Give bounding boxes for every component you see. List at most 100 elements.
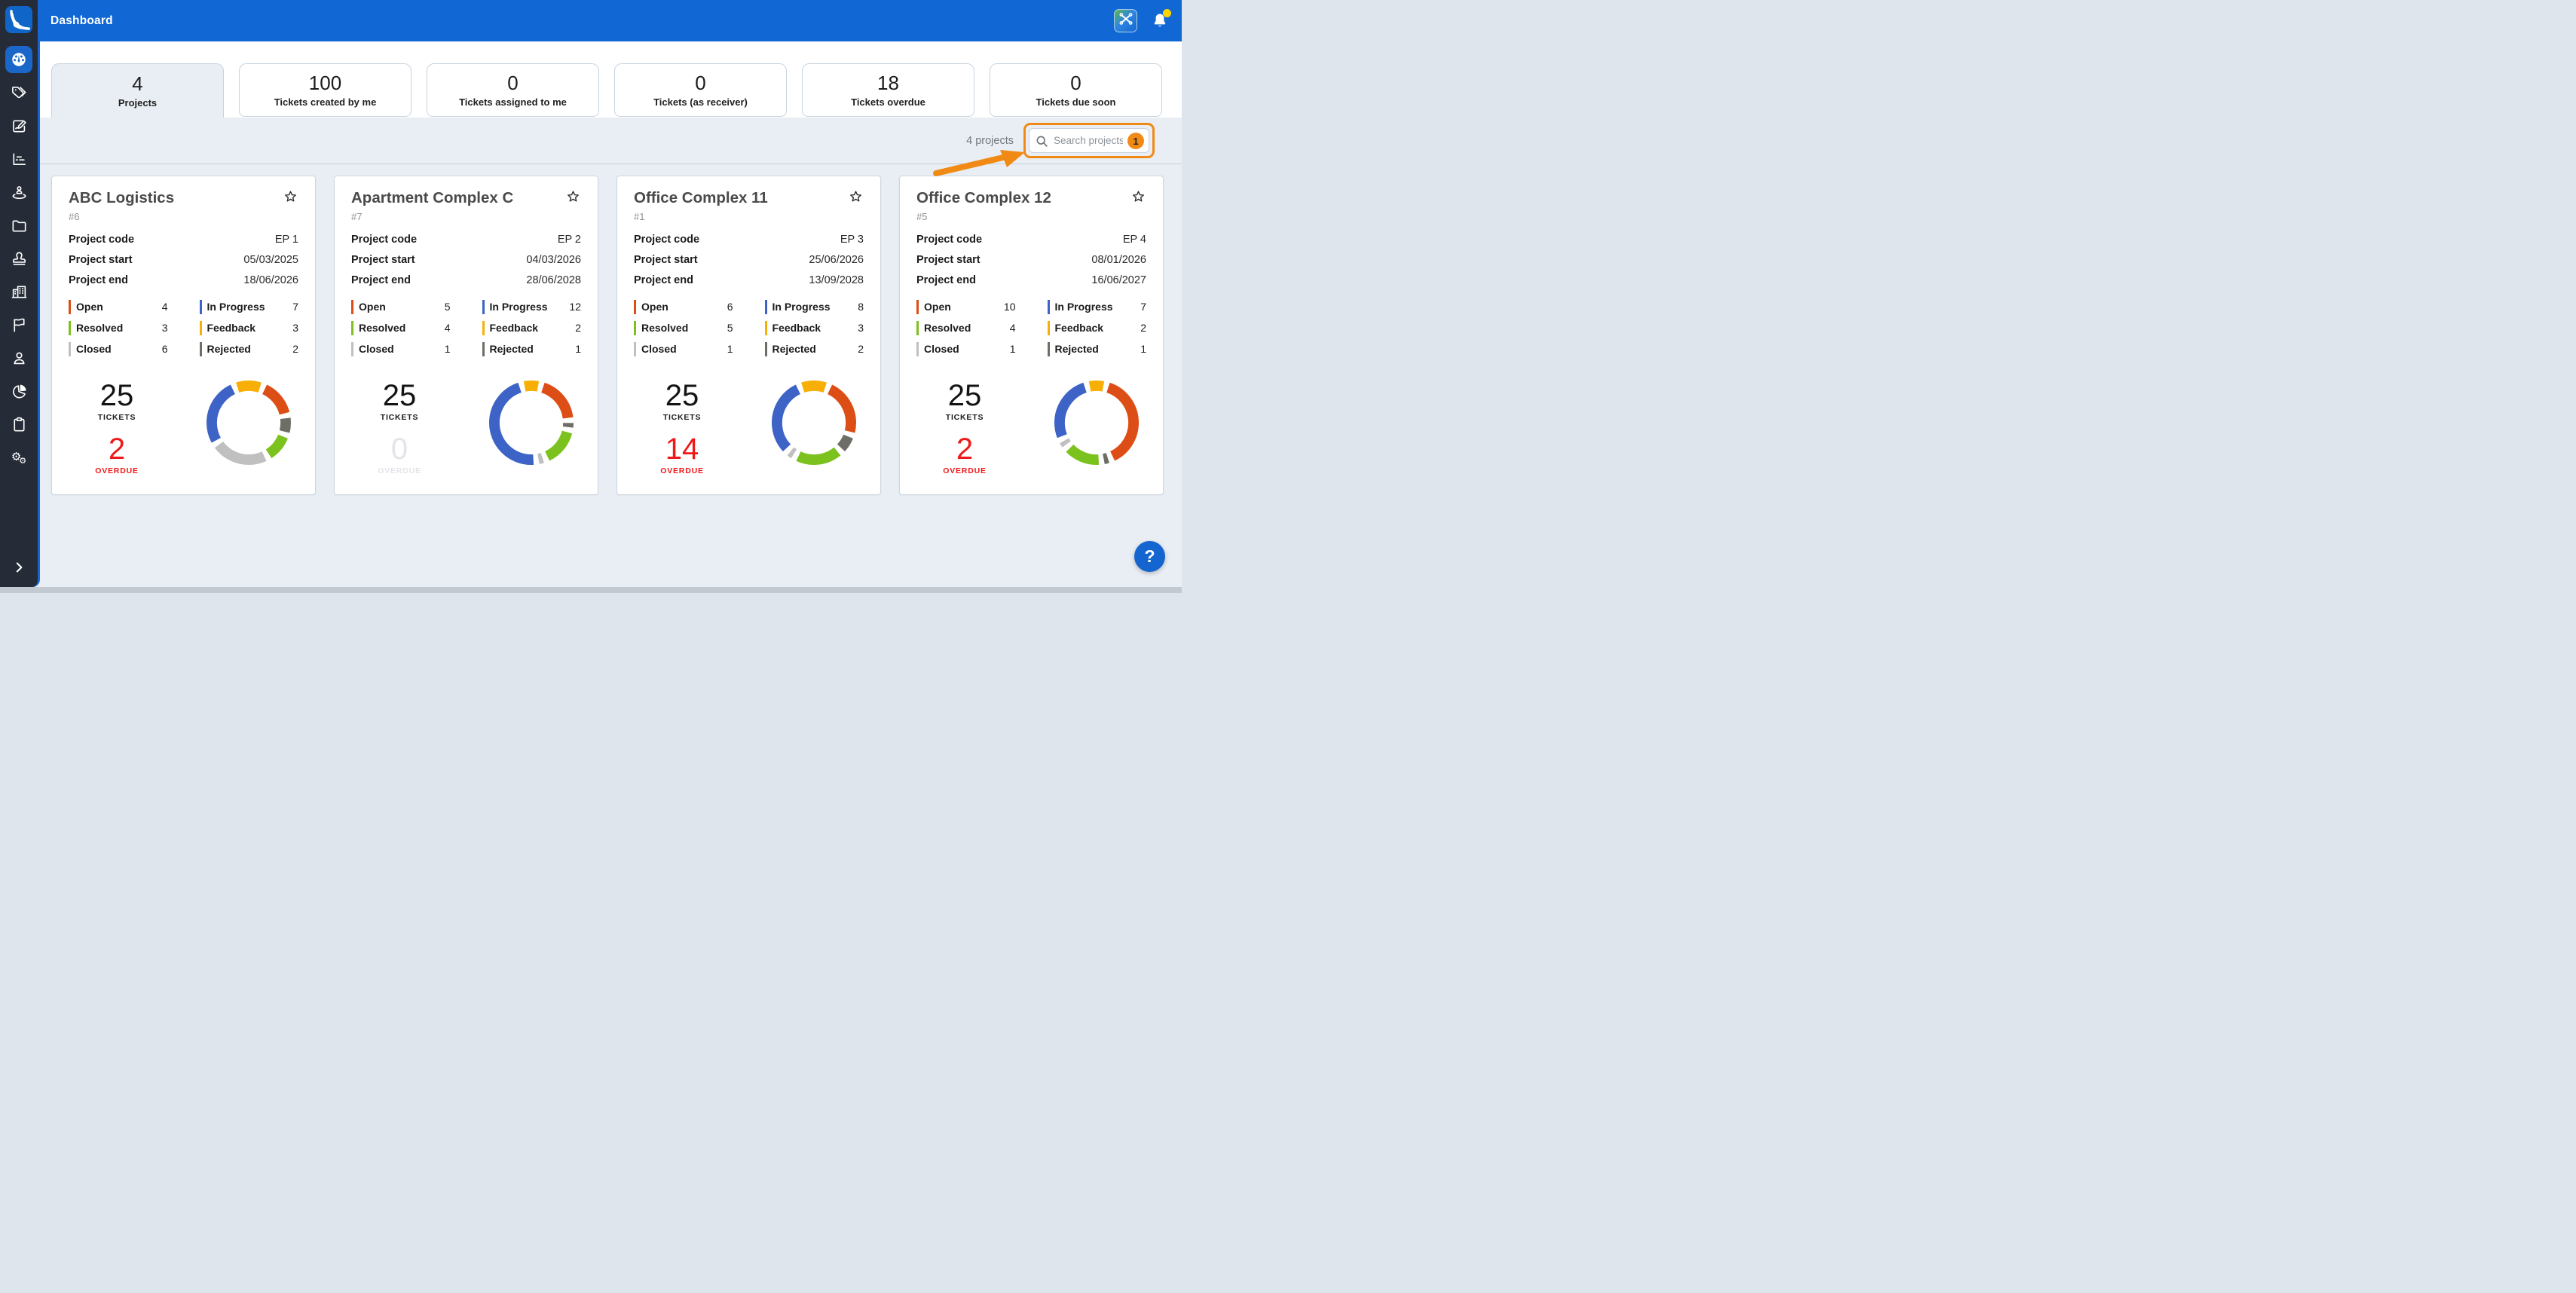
- project-search: 1: [1029, 128, 1149, 153]
- tab-tickets-created-by-me[interactable]: 100 Tickets created by me: [239, 63, 411, 117]
- status-count: 4: [1010, 322, 1016, 334]
- sidebar-item-document-edit[interactable]: [2, 109, 35, 142]
- notifications-button[interactable]: [1150, 11, 1170, 31]
- status-in-progress: In Progress7: [200, 300, 299, 314]
- project-start-value: 25/06/2026: [809, 254, 864, 266]
- tickets-total: 25: [643, 381, 721, 411]
- pie-chart-icon: [5, 378, 32, 405]
- sidebar-item-flag[interactable]: [2, 308, 35, 341]
- tab-label: Tickets due soon: [1036, 96, 1116, 108]
- tab-tickets-due-soon[interactable]: 0 Tickets due soon: [990, 63, 1162, 117]
- overdue-label: OVERDUE: [925, 466, 1004, 475]
- top-header: Dashboard: [38, 0, 1182, 41]
- project-end-label: Project end: [916, 274, 976, 286]
- person-site-icon: [5, 179, 32, 206]
- projects-count-label: 4 projects: [966, 135, 1014, 147]
- favorite-star-button[interactable]: [283, 189, 298, 205]
- project-start-label: Project start: [69, 254, 133, 266]
- help-button[interactable]: ?: [1134, 541, 1165, 572]
- project-title: Apartment Complex C: [351, 189, 513, 208]
- status-count: 2: [858, 343, 864, 355]
- favorite-star-button[interactable]: [1130, 189, 1146, 205]
- status-label: Open: [641, 301, 727, 313]
- sidebar-item-folder[interactable]: [2, 209, 35, 242]
- sidebar-expand-button[interactable]: [0, 555, 38, 582]
- sidebar-item-user[interactable]: [2, 341, 35, 374]
- sidebar-item-tags[interactable]: [2, 76, 35, 109]
- sidebar-item-clipboard[interactable]: [2, 408, 35, 441]
- status-color-bar: [200, 342, 202, 356]
- project-card[interactable]: Office Complex 12 #5 Project code EP 4 P…: [899, 176, 1164, 495]
- status-color-bar: [69, 300, 71, 314]
- tickets-label: TICKETS: [78, 413, 156, 422]
- status-resolved: Resolved5: [634, 321, 733, 335]
- project-card[interactable]: Apartment Complex C #7 Project code EP 2…: [334, 176, 598, 495]
- status-label: Rejected: [207, 343, 293, 355]
- status-feedback: Feedback3: [765, 321, 864, 335]
- sidebar-item-stamp[interactable]: [2, 242, 35, 275]
- project-start-label: Project start: [634, 254, 698, 266]
- status-label: Rejected: [490, 343, 576, 355]
- project-card[interactable]: ABC Logistics #6 Project code EP 1 Proje…: [51, 176, 316, 495]
- sidebar-item-pie-chart[interactable]: [2, 374, 35, 408]
- app-switcher-button[interactable]: [1114, 9, 1137, 32]
- tab-tickets-as-receiver[interactable]: 0 Tickets (as receiver): [614, 63, 787, 117]
- status-in-progress: In Progress12: [482, 300, 582, 314]
- status-color-bar: [200, 300, 202, 314]
- status-resolved: Resolved4: [351, 321, 451, 335]
- tab-value: 18: [877, 72, 899, 94]
- tab-label: Tickets assigned to me: [459, 96, 567, 108]
- status-color-bar: [765, 300, 767, 314]
- project-card[interactable]: Office Complex 11 #1 Project code EP 3 P…: [616, 176, 881, 495]
- search-projects-input[interactable]: [1052, 134, 1124, 147]
- status-closed: Closed1: [634, 342, 733, 356]
- project-end-value: 16/06/2027: [1091, 274, 1146, 286]
- project-details: Project code EP 3 Project start 25/06/20…: [634, 234, 864, 286]
- tab-tickets-overdue[interactable]: 18 Tickets overdue: [802, 63, 974, 117]
- sidebar-item-chart[interactable]: [2, 142, 35, 176]
- sidebar-item-settings[interactable]: ⚙⚙: [2, 441, 35, 474]
- stamp-icon: [5, 245, 32, 272]
- status-color-bar: [634, 300, 636, 314]
- status-label: Closed: [359, 343, 445, 355]
- status-color-bar: [482, 321, 485, 335]
- project-card-grid: ABC Logistics #6 Project code EP 1 Proje…: [51, 176, 1182, 495]
- favorite-star-button[interactable]: [848, 189, 864, 205]
- status-count: 5: [727, 322, 733, 334]
- status-summary: Open10In Progress7Resolved4Feedback2Clos…: [916, 300, 1146, 356]
- overdue-total: 2: [78, 434, 156, 464]
- status-summary: Open4In Progress7Resolved3Feedback3Close…: [69, 300, 298, 356]
- tickets-total: 25: [925, 381, 1004, 411]
- sidebar-item-buildings[interactable]: [2, 275, 35, 308]
- status-label: Open: [76, 301, 162, 313]
- status-color-bar: [765, 342, 767, 356]
- status-label: Resolved: [641, 322, 727, 334]
- tab-label: Tickets overdue: [851, 96, 925, 108]
- favorite-star-button[interactable]: [565, 189, 581, 205]
- projects-toolbar: 4 projects 1: [38, 118, 1182, 164]
- tab-projects[interactable]: 4 Projects: [51, 63, 224, 118]
- star-icon: [848, 196, 864, 207]
- project-details: Project code EP 1 Project start 05/03/20…: [69, 234, 298, 286]
- status-label: Feedback: [490, 322, 576, 334]
- project-end-label: Project end: [351, 274, 411, 286]
- ticket-status-donut-chart: [1048, 374, 1145, 475]
- project-number: #7: [351, 211, 581, 222]
- tab-value: 4: [132, 73, 142, 95]
- status-label: In Progress: [772, 301, 858, 313]
- status-count: 2: [1140, 322, 1146, 334]
- tab-label: Projects: [118, 97, 157, 109]
- project-title: ABC Logistics: [69, 189, 174, 208]
- status-color-bar: [1048, 300, 1050, 314]
- brand-logo[interactable]: [5, 6, 32, 33]
- project-start-value: 08/01/2026: [1091, 254, 1146, 266]
- sidebar-item-dashboard[interactable]: [2, 43, 35, 76]
- status-closed: Closed1: [916, 342, 1016, 356]
- status-feedback: Feedback2: [1048, 321, 1147, 335]
- tab-tickets-assigned-to-me[interactable]: 0 Tickets assigned to me: [427, 63, 599, 117]
- sidebar-item-person-site[interactable]: [2, 176, 35, 209]
- tickets-total: 25: [360, 381, 439, 411]
- project-code-label: Project code: [69, 234, 134, 246]
- horizontal-scrollbar[interactable]: [0, 587, 1182, 593]
- star-icon: [565, 196, 581, 207]
